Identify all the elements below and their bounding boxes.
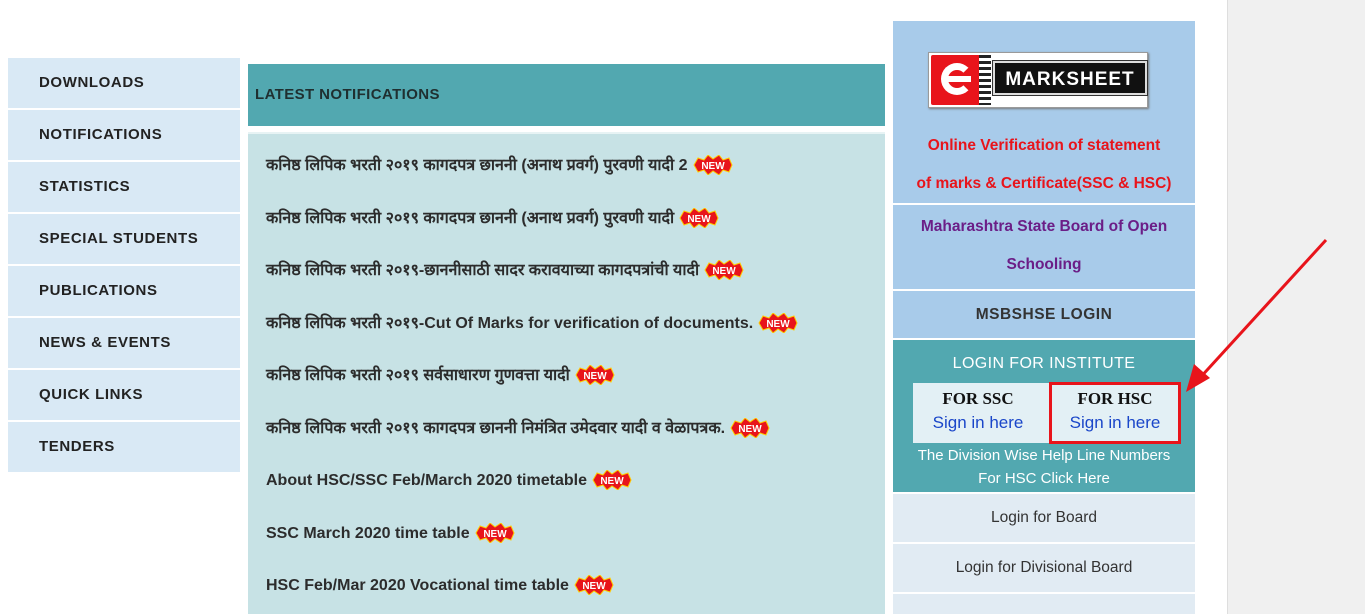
institute-login-box: LOGIN FOR INSTITUTE FOR SSC Sign in here… — [893, 340, 1195, 492]
nav-item-downloads[interactable]: DOWNLOADS — [8, 58, 240, 108]
nav-item-special-students[interactable]: SPECIAL STUDENTS — [8, 214, 240, 264]
new-badge-icon: NEW — [692, 155, 734, 175]
notification-link[interactable]: कनिष्ठ लिपिक भरती २०१९-छाननीसाठी सादर कर… — [266, 259, 699, 283]
notification-link[interactable]: HSC Feb/Mar 2020 Vocational time table — [266, 574, 569, 598]
new-badge-text: NEW — [582, 581, 606, 592]
notification-link[interactable]: SSC March 2020 time table — [266, 522, 470, 546]
nav-item-notifications[interactable]: NOTIFICATIONS — [8, 110, 240, 160]
ssc-login-tile: FOR SSC Sign in here — [913, 383, 1043, 443]
e-letter-icon — [931, 55, 983, 105]
notification-link[interactable]: कनिष्ठ लिपिक भरती २०१९ सर्वसाधारण गुणवत्… — [266, 364, 570, 388]
new-badge-icon: NEW — [729, 417, 771, 438]
notification-item: HSC Feb/Mar 2020 Vocational time table NE… — [266, 574, 885, 614]
hsc-highlight-box — [1049, 382, 1181, 444]
login-for-board-link[interactable]: Login for Board — [893, 494, 1195, 542]
left-nav: DOWNLOADS NOTIFICATIONS STATISTICS SPECI… — [8, 58, 240, 474]
help-line-1: The Division Wise Help Line Numbers — [917, 447, 1171, 464]
notification-item: About HSC/SSC Feb/March 2020 timetable NE… — [266, 469, 885, 522]
new-badge-icon: NEW — [591, 470, 633, 490]
verify-line-2: of marks & Certificate(SSC & HSC) — [916, 175, 1172, 192]
logo-text: MARKSHEET — [992, 60, 1148, 96]
right-gutter — [1227, 0, 1365, 614]
notification-link[interactable]: कनिष्ठ लिपिक भरती २०१९ कागदपत्र छाननी (अ… — [266, 154, 688, 178]
nav-item-tenders[interactable]: TENDERS — [8, 422, 240, 472]
nav-item-quick-links[interactable]: QUICK LINKS — [8, 370, 240, 420]
new-badge-text: NEW — [583, 371, 607, 382]
institute-login-title: LOGIN FOR INSTITUTE — [952, 355, 1136, 372]
new-badge-text: NEW — [701, 161, 725, 172]
help-line-2: For HSC Click Here — [978, 470, 1110, 487]
nav-item-publications[interactable]: PUBLICATIONS — [8, 266, 240, 316]
online-verification-link[interactable]: Online Verification of statement of mark… — [893, 127, 1195, 203]
next-link-partial[interactable] — [893, 594, 1195, 614]
notifications-list: कनिष्ठ लिपिक भरती २०१९ कागदपत्र छाननी (अ… — [248, 134, 885, 614]
new-badge-text: NEW — [687, 214, 711, 225]
notifications-panel: कनिष्ठ लिपिक भरती २०१९ कागदपत्र छाननी (अ… — [248, 132, 885, 614]
new-badge-text: NEW — [712, 266, 736, 277]
msos-link[interactable]: Maharashtra State Board of Open Schoolin… — [893, 205, 1195, 289]
new-badge-text: NEW — [483, 529, 507, 540]
notification-link[interactable]: कनिष्ठ लिपिक भरती २०१९ कागदपत्र छाननी नि… — [266, 417, 725, 441]
right-column: MARKSHEET Online Verification of stateme… — [893, 21, 1195, 614]
new-badge-text: NEW — [767, 319, 791, 330]
verify-line-1: Online Verification of statement — [927, 137, 1161, 154]
notifications-heading: LATEST NOTIFICATIONS — [248, 64, 885, 126]
new-badge-icon: NEW — [573, 575, 615, 595]
emarksheet-logo[interactable]: MARKSHEET — [928, 52, 1148, 108]
msos-line-2: Schooling — [1006, 256, 1082, 273]
notification-item: कनिष्ठ लिपिक भरती २०१९-Cut Of Marks for … — [266, 312, 885, 365]
help-line-link[interactable]: The Division Wise Help Line Numbers For … — [893, 444, 1195, 490]
new-badge-icon: NEW — [703, 260, 745, 280]
nav-item-statistics[interactable]: STATISTICS — [8, 162, 240, 212]
notification-link[interactable]: कनिष्ठ लिपिक भरती २०१९-Cut Of Marks for … — [266, 312, 753, 336]
login-for-divisional-board-link[interactable]: Login for Divisional Board — [893, 544, 1195, 592]
emarksheet-box: MARKSHEET Online Verification of stateme… — [893, 21, 1195, 203]
nav-item-news-events[interactable]: NEWS & EVENTS — [8, 318, 240, 368]
notification-item: SSC March 2020 time table NEW — [266, 522, 885, 575]
notification-item: कनिष्ठ लिपिक भरती २०१९-छाननीसाठी सादर कर… — [266, 259, 885, 312]
new-badge-text: NEW — [600, 476, 624, 487]
new-badge-icon: NEW — [574, 365, 616, 385]
msbshse-login-link[interactable]: MSBSHSE LOGIN — [893, 291, 1195, 338]
notification-link[interactable]: About HSC/SSC Feb/March 2020 timetable — [266, 469, 587, 493]
notification-link[interactable]: कनिष्ठ लिपिक भरती २०१९ कागदपत्र छाननी (अ… — [266, 207, 674, 231]
new-badge-text: NEW — [738, 424, 762, 435]
ssc-sign-in-link[interactable]: Sign in here — [913, 413, 1043, 433]
logo-stripe-decoration — [979, 55, 991, 105]
new-badge-icon: NEW — [474, 522, 516, 543]
notification-item: कनिष्ठ लिपिक भरती २०१९ सर्वसाधारण गुणवत्… — [266, 364, 885, 417]
msos-line-1: Maharashtra State Board of Open — [920, 218, 1168, 235]
notification-item: कनिष्ठ लिपिक भरती २०१९ कागदपत्र छाननी (अ… — [266, 207, 885, 260]
notification-item: कनिष्ठ लिपिक भरती २०१९ कागदपत्र छाननी नि… — [266, 417, 885, 470]
new-badge-icon: NEW — [757, 312, 799, 333]
ssc-label: FOR SSC — [942, 389, 1014, 408]
page: DOWNLOADS NOTIFICATIONS STATISTICS SPECI… — [0, 0, 1365, 614]
notification-item: कनिष्ठ लिपिक भरती २०१९ कागदपत्र छाननी (अ… — [266, 154, 885, 207]
new-badge-icon: NEW — [678, 207, 720, 228]
